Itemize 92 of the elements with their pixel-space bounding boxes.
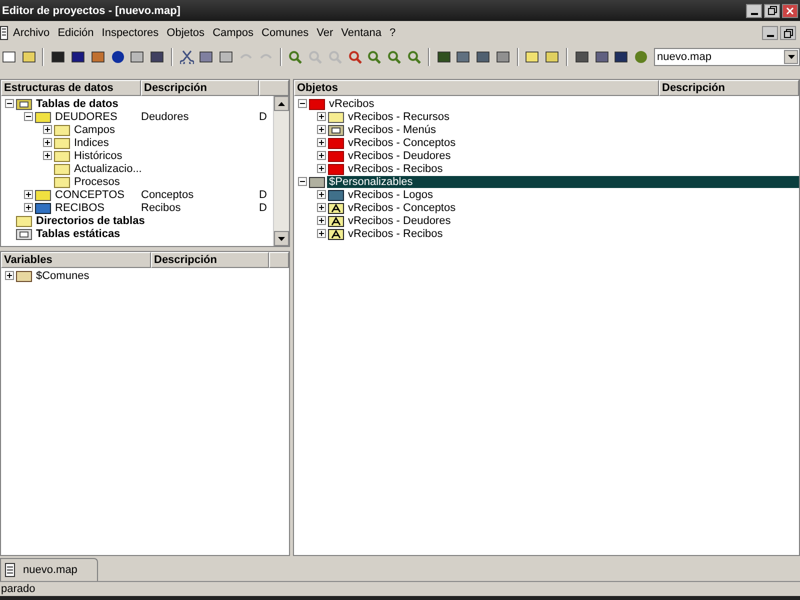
tree-item[interactable]: CONCEPTOS [53,188,126,200]
menu-item[interactable]: Ventana [338,27,384,39]
dropdown-arrow-icon [788,55,795,59]
document-tab[interactable]: nuevo.map [0,558,98,581]
restore-button[interactable] [780,26,796,40]
tree-item[interactable]: $Comunes [34,270,92,282]
menu-item[interactable]: Edición [54,27,97,39]
column-header[interactable]: Variables [1,252,151,268]
tree-item[interactable]: Campos [72,124,117,136]
tree-item[interactable]: Históricos [72,150,124,162]
tree-item[interactable]: vRecibos - Deudores [346,150,453,162]
restore-icon [784,28,792,38]
tree-item[interactable]: Tablas estáticas [34,228,122,240]
minimize-icon [750,12,758,14]
collapse-icon[interactable] [298,99,307,108]
tree-item[interactable]: vRecibos [327,98,376,110]
tree-item[interactable]: RECIBOS [53,202,107,214]
menu-item[interactable]: Objetos [164,27,208,39]
expand-icon[interactable] [317,151,326,160]
menu-item[interactable]: ? [386,27,399,39]
file-dropdown[interactable]: nuevo.map [654,48,800,66]
scrollbar[interactable] [273,96,289,246]
document-icon [5,563,15,577]
description-cell-text: Conceptos [141,188,195,200]
column-header[interactable]: Estructuras de datos [1,80,141,96]
expand-icon[interactable] [5,271,14,280]
scroll-down-icon[interactable] [278,236,285,240]
tree-item[interactable]: vRecibos - Recibos [346,162,445,174]
expand-icon[interactable] [24,203,33,212]
status-text: parado [0,583,36,595]
table-cell-text: D [259,110,268,122]
column-header[interactable]: Descripción [659,80,799,96]
expand-icon[interactable] [317,138,326,147]
menu-item[interactable]: Campos [210,27,257,39]
collapse-icon[interactable] [24,112,33,121]
window-title: Editor de proyectos - [nuevo.map] [2,4,180,16]
close-button[interactable] [782,4,798,18]
tree-item[interactable]: Directorios de tablas [34,214,147,226]
letter-icon [328,214,344,226]
expand-icon[interactable] [317,164,326,173]
restore-icon [768,6,776,15]
expand-icon[interactable] [317,216,326,225]
table-cell-text: D [259,202,268,214]
tree-item[interactable]: Indices [72,136,111,148]
tree-item[interactable]: vRecibos - Recibos [346,228,445,240]
tree-item[interactable]: vRecibos - Menús [346,124,438,136]
expand-icon[interactable] [317,229,326,238]
tree-item[interactable]: Tablas de datos [34,98,120,110]
menu-item[interactable]: Archivo [10,27,53,39]
tree-item[interactable]: vRecibos - Conceptos [346,136,458,148]
tree-item[interactable]: vRecibos - Recursos [346,110,452,122]
menu-item[interactable]: Comunes [258,27,312,39]
scissors-icon[interactable] [178,48,196,66]
expand-icon[interactable] [24,190,33,199]
expand-icon[interactable] [317,112,326,121]
menu-item[interactable]: Inspectores [98,27,162,39]
tree-item[interactable]: Procesos [72,176,122,188]
minimize-button[interactable] [762,26,778,40]
expand-icon[interactable] [317,203,326,212]
scroll-up-icon[interactable] [278,102,285,106]
tree-item[interactable]: vRecibos - Conceptos [346,202,458,214]
letter-icon [328,202,344,214]
search-icon[interactable] [365,48,384,66]
expand-icon[interactable] [317,190,326,199]
search-icon[interactable] [385,48,403,66]
menu-item[interactable]: Ver [314,27,336,39]
tree-item[interactable]: vRecibos - Deudores [346,214,453,226]
minimize-button[interactable] [746,4,762,18]
column-header[interactable]: Objetos [294,80,659,96]
close-icon [786,6,794,14]
column-header[interactable]: Descripción [141,80,259,96]
tree-item[interactable]: DEUDORES [53,110,120,122]
description-cell-text: Recibos [141,202,182,214]
document-icon [0,26,8,40]
collapse-icon[interactable] [298,177,307,186]
column-header[interactable]: Descripción [151,252,269,268]
search-icon[interactable] [286,48,304,66]
description-cell-text: Deudores [141,110,190,122]
tree-item[interactable]: Actualizacio... [72,162,144,174]
minimize-icon [766,35,774,37]
expand-icon[interactable] [317,125,326,134]
expand-icon[interactable] [43,151,52,160]
letter-icon [328,228,344,240]
collapse-icon[interactable] [5,99,14,108]
expand-icon[interactable] [43,125,52,134]
column-header[interactable] [259,80,289,96]
restore-button[interactable] [764,4,780,18]
expand-icon[interactable] [43,138,52,147]
table-cell-text: D [259,188,268,200]
tree-item[interactable]: $Personalizables [327,176,799,188]
column-header[interactable] [269,252,289,268]
tree-item[interactable]: vRecibos - Logos [346,188,435,200]
